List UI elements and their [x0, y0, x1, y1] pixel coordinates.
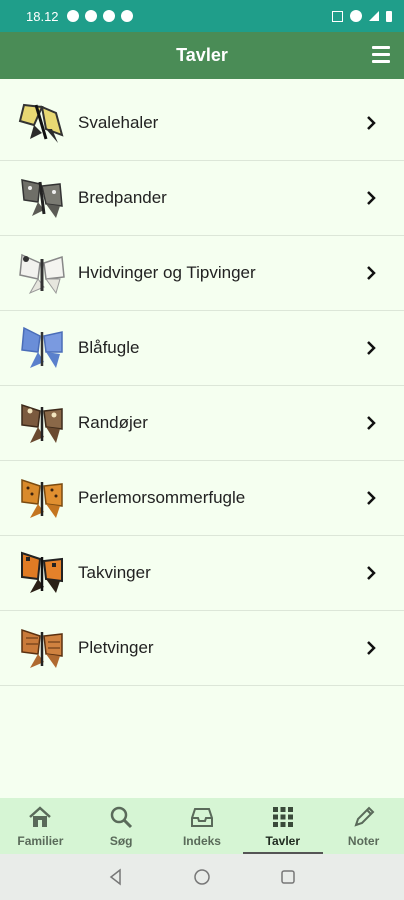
checkerspot-icon: [21, 628, 63, 668]
skipper-icon: [21, 179, 63, 218]
system-navigation-bar: [0, 854, 404, 900]
menu-icon[interactable]: [372, 46, 390, 64]
grid-icon: [272, 807, 293, 827]
inbox-icon: [190, 808, 213, 827]
signal-icon: [369, 11, 379, 21]
swallowtail-icon: [18, 103, 64, 143]
hotspot-icon: [350, 10, 362, 22]
nav-label: Familier: [17, 834, 64, 848]
list-item[interactable]: Hvidvinger og Tipvinger: [0, 236, 404, 311]
list-item-label: Perlemorsommerfugle: [78, 488, 246, 507]
nav-soeg[interactable]: Søg: [81, 798, 161, 854]
chevron-right-icon: [367, 266, 376, 280]
list-item-label: Blåfugle: [78, 338, 140, 357]
fritillary-icon: [21, 478, 63, 518]
notification-icons: [66, 10, 133, 22]
list-item[interactable]: Pletvinger: [0, 611, 404, 686]
app-bar: Tavler: [0, 32, 404, 79]
nav-label: Tavler: [265, 834, 301, 848]
list-item-label: Hvidvinger og Tipvinger: [78, 263, 256, 282]
nfc-icon: [332, 10, 343, 22]
tools-icon: [102, 10, 115, 22]
blue-butterfly-icon: [21, 326, 63, 368]
back-icon[interactable]: [107, 868, 125, 886]
nav-label: Søg: [109, 834, 133, 848]
plates-list: Svalehaler Bredpander Hvidvinger og Tipv…: [0, 86, 404, 686]
chevron-right-icon: [367, 191, 376, 205]
facebook-icon-2: [120, 10, 133, 22]
chevron-right-icon: [367, 491, 376, 505]
nav-familier[interactable]: Familier: [0, 798, 80, 854]
list-item[interactable]: Bredpander: [0, 161, 404, 236]
recents-icon[interactable]: [279, 868, 297, 886]
ringlet-icon: [21, 403, 63, 443]
chat-icon: [66, 10, 79, 22]
list-item[interactable]: Svalehaler: [0, 86, 404, 161]
bottom-navigation: Familier Søg Indeks Tavler Noter: [0, 798, 404, 854]
list-item-label: Bredpander: [78, 188, 167, 207]
list-item[interactable]: Blåfugle: [0, 311, 404, 386]
chevron-right-icon: [367, 341, 376, 355]
page-title: Tavler: [176, 45, 228, 65]
list-item[interactable]: Takvinger: [0, 536, 404, 611]
tortoiseshell-icon: [21, 551, 63, 593]
status-bar: 18.12: [0, 0, 404, 32]
nav-label: Indeks: [182, 834, 221, 848]
system-status-icons: [332, 10, 392, 22]
list-item-label: Takvinger: [78, 563, 151, 582]
nav-label: Noter: [347, 834, 380, 848]
battery-icon: [386, 10, 392, 22]
facebook-icon: [84, 10, 97, 22]
search-icon: [110, 806, 133, 829]
home-button-icon[interactable]: [193, 868, 211, 886]
nav-tavler[interactable]: Tavler: [242, 798, 323, 854]
list-item-label: Pletvinger: [78, 638, 154, 657]
nav-indeks[interactable]: Indeks: [162, 798, 242, 854]
list-item-label: Svalehaler: [78, 113, 159, 132]
chevron-right-icon: [367, 566, 376, 580]
list-item[interactable]: Perlemorsommerfugle: [0, 461, 404, 536]
pencil-icon: [353, 806, 374, 827]
chevron-right-icon: [367, 641, 376, 655]
nav-noter[interactable]: Noter: [324, 798, 404, 854]
white-butterfly-icon: [19, 253, 65, 295]
list-item[interactable]: Randøjer: [0, 386, 404, 461]
status-time: 18.12: [26, 8, 59, 24]
chevron-right-icon: [367, 116, 376, 130]
chevron-right-icon: [367, 416, 376, 430]
home-icon: [29, 806, 52, 827]
list-item-label: Randøjer: [78, 413, 148, 432]
